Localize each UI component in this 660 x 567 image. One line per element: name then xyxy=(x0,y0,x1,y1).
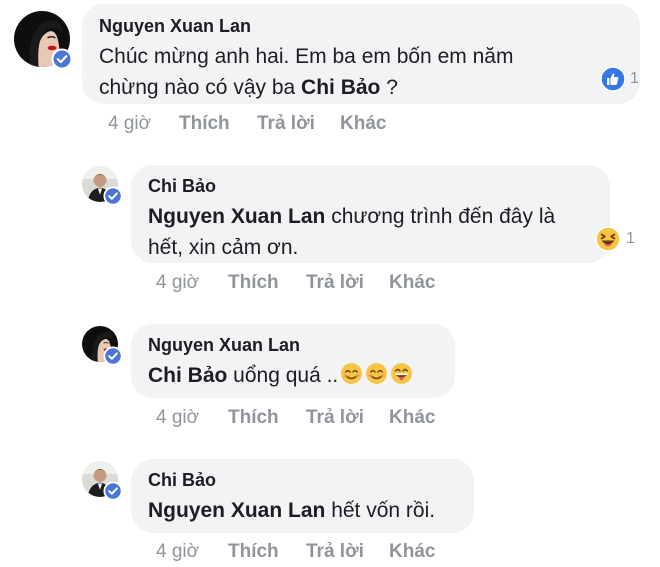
comment-text: Chi Bảo uổng quá .. xyxy=(148,360,414,391)
timestamp[interactable]: 4 giờ xyxy=(108,113,151,135)
more-link[interactable]: Khác xyxy=(389,541,435,563)
comment-author[interactable]: Nguyen Xuan Lan xyxy=(148,335,300,356)
comment-text: Nguyen Xuan Lan chương trình đến đây là … xyxy=(148,201,555,263)
comment-text-line: Chúc mừng anh hai. Em ba em bốn em năm xyxy=(99,45,514,68)
reaction-count: 1 xyxy=(626,230,635,247)
comment-text-line: hết, xin cảm ơn. xyxy=(148,236,299,259)
verified-badge-icon xyxy=(51,48,73,70)
mention-link[interactable]: Nguyen Xuan Lan xyxy=(148,499,325,522)
comment-author[interactable]: Chi Bảo xyxy=(148,470,216,491)
smiling-face-icon xyxy=(365,362,389,385)
reply-link[interactable]: Trả lời xyxy=(306,541,364,563)
reaction-summary[interactable]: 1 xyxy=(595,224,645,254)
comment-bubble: Nguyen Xuan Lan Chi Bảo uổng quá .. xyxy=(131,324,455,398)
comment-bubble: Chi Bảo Nguyen Xuan Lan chương trình đến… xyxy=(131,165,610,263)
timestamp[interactable]: 4 giờ xyxy=(156,541,199,563)
like-link[interactable]: Thích xyxy=(228,541,279,563)
comment-text: Chúc mừng anh hai. Em ba em bốn em năm c… xyxy=(99,41,513,103)
verified-badge-icon xyxy=(103,186,123,206)
reply-link[interactable]: Trả lời xyxy=(257,113,315,135)
verified-badge-icon xyxy=(103,481,123,501)
like-icon xyxy=(600,66,626,92)
avatar[interactable] xyxy=(82,166,123,206)
mention-link[interactable]: Chi Bảo xyxy=(148,364,227,387)
grinning-tongue-face-icon xyxy=(390,362,414,385)
avatar[interactable] xyxy=(82,461,123,501)
mention-link[interactable]: Chi Bảo xyxy=(301,76,380,99)
comment-text-segment: ? xyxy=(380,76,398,99)
mention-link[interactable]: Nguyen Xuan Lan xyxy=(148,205,325,228)
comment-author[interactable]: Chi Bảo xyxy=(148,176,216,197)
comment-text-segment: chương trình đến đây là xyxy=(325,205,556,228)
comment-text-segment: uổng quá .. xyxy=(227,364,339,387)
avatar[interactable] xyxy=(82,326,123,366)
reply-link[interactable]: Trả lời xyxy=(306,272,364,294)
comment-bubble: Chi Bảo Nguyen Xuan Lan hết vốn rồi. xyxy=(131,459,474,533)
comment-text: Nguyen Xuan Lan hết vốn rồi. xyxy=(148,495,435,526)
verified-badge-icon xyxy=(103,346,123,366)
reply-link[interactable]: Trả lời xyxy=(306,407,364,429)
reaction-count: 1 xyxy=(630,70,639,87)
more-link[interactable]: Khác xyxy=(389,272,435,294)
laughing-icon xyxy=(595,226,621,252)
more-link[interactable]: Khác xyxy=(389,407,435,429)
timestamp[interactable]: 4 giờ xyxy=(156,272,199,294)
smiling-face-icon xyxy=(340,362,364,385)
comment-bubble: Nguyen Xuan Lan Chúc mừng anh hai. Em ba… xyxy=(82,4,640,104)
like-link[interactable]: Thích xyxy=(228,407,279,429)
like-link[interactable]: Thích xyxy=(228,272,279,294)
more-link[interactable]: Khác xyxy=(340,113,386,135)
comment-author[interactable]: Nguyen Xuan Lan xyxy=(99,16,251,37)
like-link[interactable]: Thích xyxy=(179,113,230,135)
reaction-summary[interactable]: 1 xyxy=(600,64,644,94)
comment-text-segment: hết vốn rồi. xyxy=(325,499,436,522)
comment-text-segment: chừng nào có vậy ba xyxy=(99,76,302,99)
comment-text-line: Nguyen Xuan Lan chương trình đến đây là xyxy=(148,201,555,232)
timestamp[interactable]: 4 giờ xyxy=(156,407,199,429)
comment-text-line: chừng nào có vậy ba Chi Bảo ? xyxy=(99,72,513,103)
avatar[interactable] xyxy=(14,11,73,70)
